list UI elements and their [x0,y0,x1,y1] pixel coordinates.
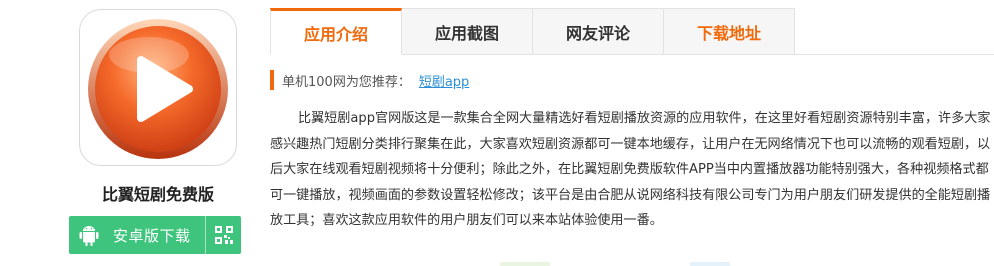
tab-bar: 应用介绍 应用截图 网友评论 下载地址 [270,8,795,55]
recommend-prefix: 单机100网为您推荐： [282,74,411,90]
recommend-link[interactable]: 短剧app [419,71,469,90]
app-description: 比翼短剧app官网版这是一款集合全网大量精选好看短剧播放资源的应用软件，在这里好… [270,111,991,229]
app-icon [79,9,237,166]
app-name: 比翼短剧免费版 [101,185,214,204]
recommend-marker [270,70,274,90]
tab-download[interactable]: 下载地址 [664,8,795,55]
qr-code-icon[interactable] [206,216,241,254]
play-button-icon [88,18,228,159]
tab-comments[interactable]: 网友评论 [533,8,664,55]
tab-intro[interactable]: 应用介绍 [270,8,402,55]
bottom-decoration [690,262,730,266]
download-label: 安卓版下载 [113,226,191,245]
tab-underline [794,54,994,55]
bottom-decoration [500,262,550,266]
tab-screenshots[interactable]: 应用截图 [402,8,533,55]
android-download-button[interactable]: 安卓版下载 [69,216,241,254]
android-icon [69,216,109,254]
recommend-line: 单机100网为您推荐： 短剧app [270,70,469,90]
